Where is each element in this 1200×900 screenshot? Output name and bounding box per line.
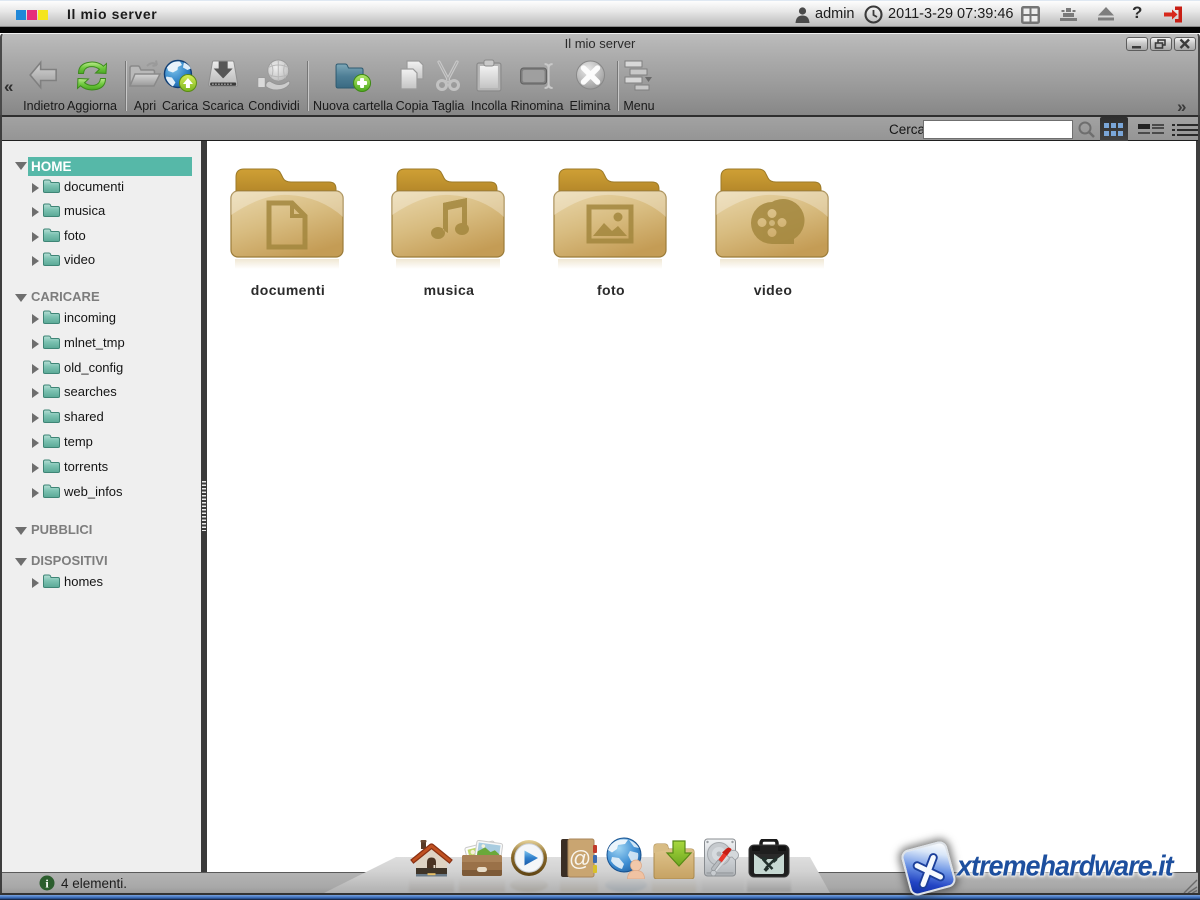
svg-text:@: @ [569, 846, 591, 871]
